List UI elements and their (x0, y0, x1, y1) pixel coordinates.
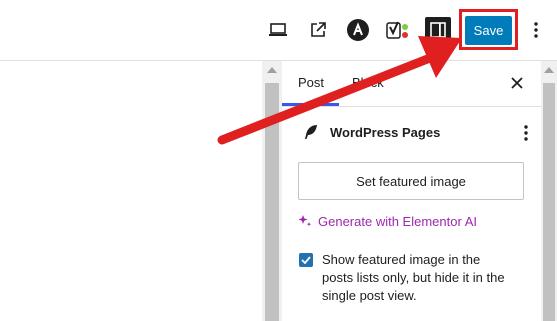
scroll-up-icon[interactable] (543, 65, 555, 75)
editor-canvas[interactable] (0, 61, 262, 321)
post-actions-icon[interactable] (520, 123, 532, 143)
astra-icon[interactable] (342, 14, 374, 46)
featured-image-checkbox-label: Show featured image in the posts lists o… (322, 252, 505, 303)
generate-ai-link[interactable]: Generate with Elementor AI (298, 212, 477, 230)
scrollbar-thumb[interactable] (543, 83, 555, 321)
settings-sidebar: Post Block WordPress Pages Set featured … (282, 61, 541, 321)
tab-active-indicator (282, 103, 339, 106)
tab-post[interactable]: Post (298, 61, 324, 106)
sidebar-tabs: Post Block (282, 61, 541, 107)
set-featured-image-button[interactable]: Set featured image (298, 162, 524, 200)
featured-image-checkbox[interactable] (299, 253, 313, 267)
laptop-icon[interactable] (262, 14, 294, 46)
canvas-scrollbar[interactable] (262, 61, 282, 321)
save-button[interactable]: Save (465, 16, 512, 45)
feather-icon (302, 123, 322, 143)
generate-ai-label: Generate with Elementor AI (318, 213, 477, 229)
close-icon[interactable] (507, 73, 527, 93)
tab-block[interactable]: Block (352, 61, 384, 106)
checkmark-icon (301, 256, 311, 264)
post-summary-header: WordPress Pages (298, 121, 528, 145)
scroll-up-icon[interactable] (266, 65, 278, 75)
yoast-icon[interactable] (382, 14, 414, 46)
sparkle-icon (298, 215, 312, 227)
sidebar-toggle-icon[interactable] (422, 14, 454, 46)
editor-toolbar: Save (0, 0, 557, 61)
sidebar-scrollbar[interactable] (541, 61, 557, 321)
scrollbar-thumb[interactable] (265, 83, 279, 321)
more-options-icon[interactable] (526, 14, 546, 46)
panel-title: WordPress Pages (330, 125, 441, 140)
external-link-icon[interactable] (302, 14, 334, 46)
